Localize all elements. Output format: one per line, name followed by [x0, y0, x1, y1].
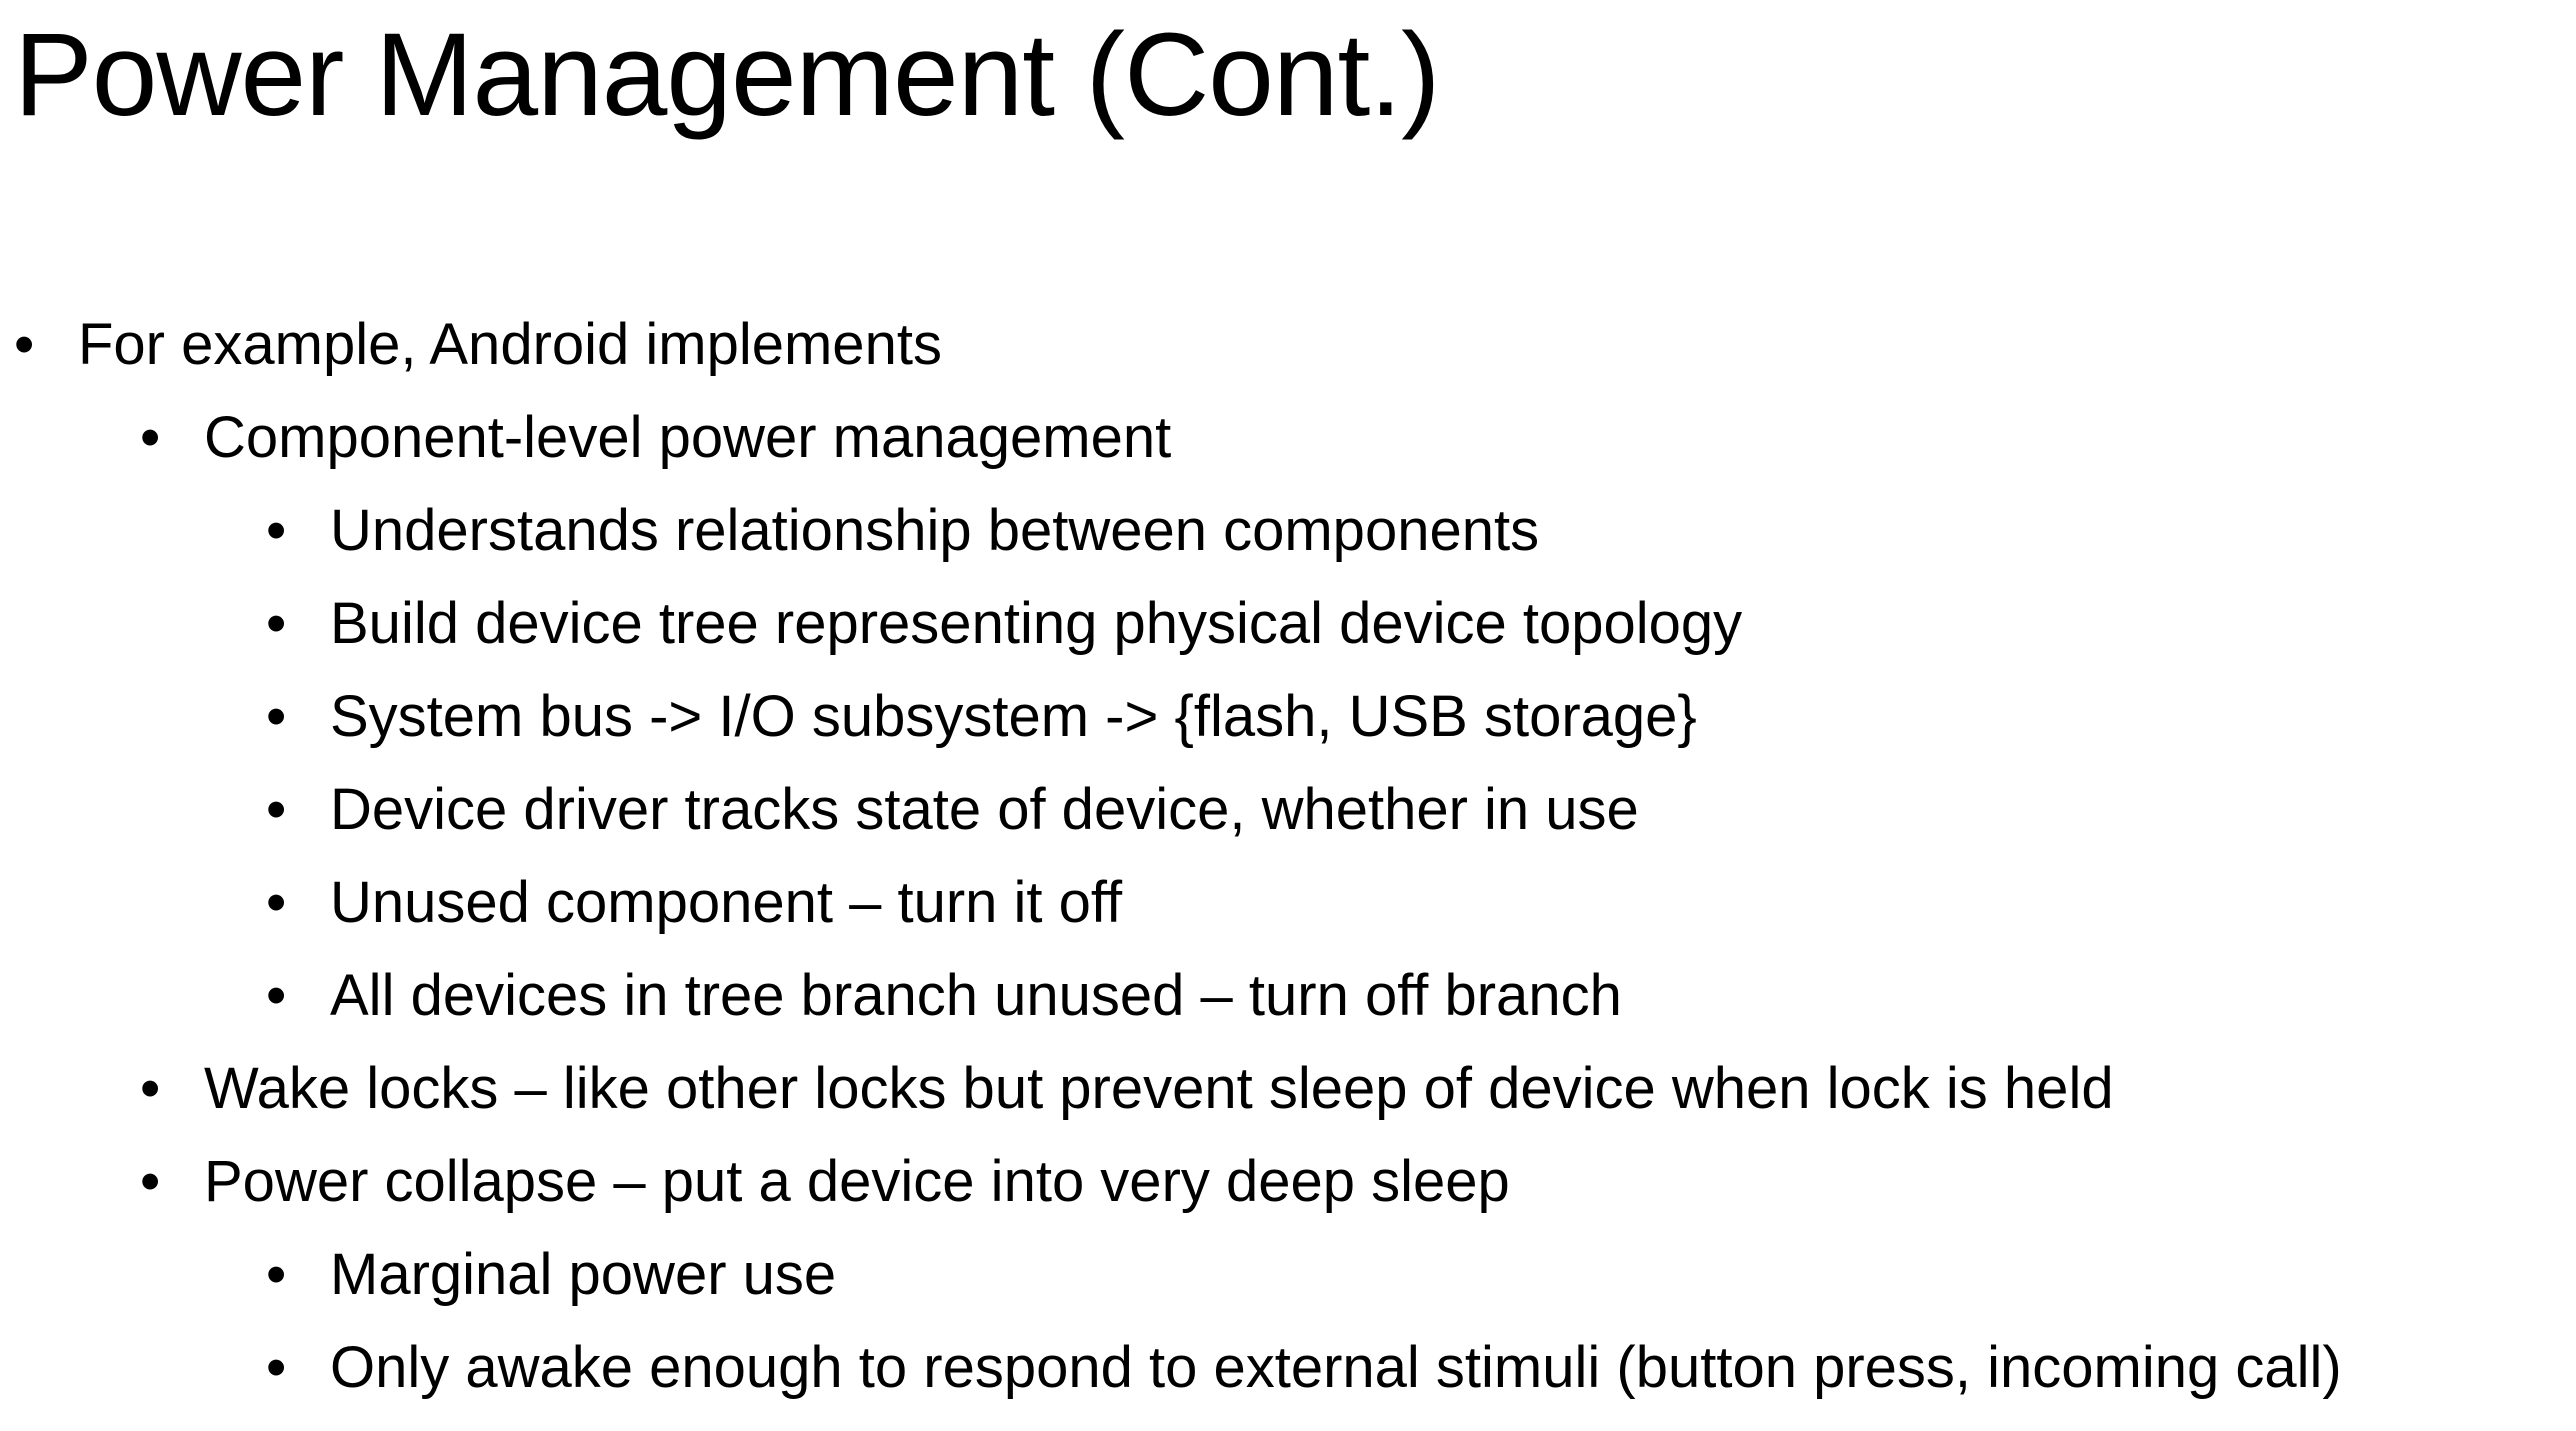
bullet-dot-icon: •: [140, 1149, 161, 1214]
bullet-text: For example, Android implements: [78, 312, 942, 377]
bullet-dot-icon: •: [266, 963, 287, 1028]
bullet-dot-icon: •: [266, 498, 287, 563]
bullet-item: • For example, Android implements: [0, 298, 2576, 391]
bullet-dot-icon: •: [266, 870, 287, 935]
bullet-text: All devices in tree branch unused – turn…: [330, 963, 1622, 1028]
slide: Power Management (Cont.) • For example, …: [0, 0, 2576, 1431]
bullet-item: • Device driver tracks state of device, …: [0, 763, 2576, 856]
bullet-item: • Component-level power management: [0, 391, 2576, 484]
bullet-item: • Unused component – turn it off: [0, 856, 2576, 949]
bullet-dot-icon: •: [266, 777, 287, 842]
bullet-item: • Build device tree representing physica…: [0, 577, 2576, 670]
bullet-list: • For example, Android implements • Comp…: [0, 298, 2576, 1414]
bullet-text: System bus -> I/O subsystem -> {flash, U…: [330, 684, 1697, 749]
bullet-item: • Wake locks – like other locks but prev…: [0, 1042, 2576, 1135]
bullet-text: Device driver tracks state of device, wh…: [330, 777, 1639, 842]
bullet-item: • All devices in tree branch unused – tu…: [0, 949, 2576, 1042]
bullet-text: Only awake enough to respond to external…: [330, 1335, 2342, 1400]
slide-title: Power Management (Cont.): [14, 9, 1440, 141]
bullet-dot-icon: •: [140, 1056, 161, 1121]
bullet-text: Wake locks – like other locks but preven…: [204, 1056, 2114, 1121]
bullet-dot-icon: •: [266, 591, 287, 656]
bullet-item: • Power collapse – put a device into ver…: [0, 1135, 2576, 1228]
bullet-text: Unused component – turn it off: [330, 870, 1123, 935]
bullet-text: Marginal power use: [330, 1242, 837, 1307]
bullet-text: Component-level power management: [204, 405, 1172, 470]
bullet-dot-icon: •: [266, 1242, 287, 1307]
bullet-item: • Marginal power use: [0, 1228, 2576, 1321]
bullet-item: • Understands relationship between compo…: [0, 484, 2576, 577]
bullet-text: Understands relationship between compone…: [330, 498, 1540, 563]
bullet-text: Power collapse – put a device into very …: [204, 1149, 1510, 1214]
bullet-item: • Only awake enough to respond to extern…: [0, 1321, 2576, 1414]
bullet-dot-icon: •: [266, 684, 287, 749]
bullet-dot-icon: •: [140, 405, 161, 470]
bullet-text: Build device tree representing physical …: [330, 591, 1743, 656]
bullet-dot-icon: •: [266, 1335, 287, 1400]
bullet-item: • System bus -> I/O subsystem -> {flash,…: [0, 670, 2576, 763]
bullet-dot-icon: •: [14, 312, 35, 377]
